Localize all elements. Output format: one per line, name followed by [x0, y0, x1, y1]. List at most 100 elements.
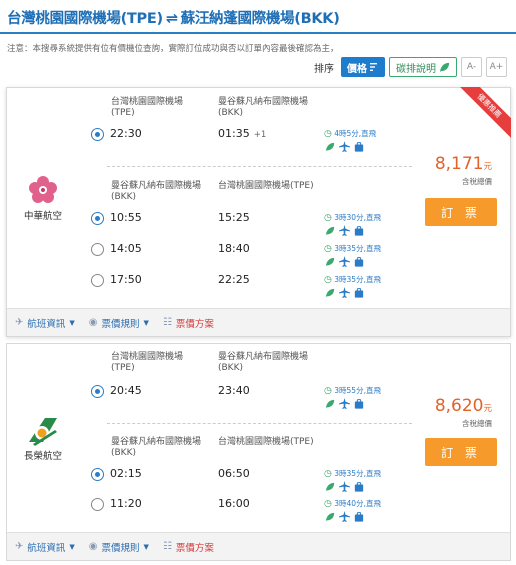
fare-plan-toggle[interactable]: ☷ 票價方案	[163, 540, 214, 554]
fare-plan-label: 票價方案	[175, 542, 214, 554]
outbound-arrival-airport: 曼谷蘇凡納布國際機場(BKK)	[218, 352, 309, 373]
departure-time: 17:50	[110, 273, 142, 286]
flight-amenities	[325, 225, 364, 236]
fare-rules-label: 票價規則	[101, 542, 140, 554]
price-block: 8,620元 含稅總價	[435, 396, 492, 429]
flight-amenities	[325, 287, 364, 298]
flight-info-toggle[interactable]: ✈ 航班資訊 ▼	[15, 316, 75, 330]
price-block: 8,171元 含稅總價	[435, 154, 492, 187]
clock-icon: ◷	[324, 499, 332, 509]
eye-icon: ◉	[88, 317, 98, 328]
leaf-icon	[325, 257, 335, 266]
flight-result-card: 優惠推薦 中華航空 台灣桃園國際機場(TPE) 曼谷蘇凡納布國際機場(BKK) …	[6, 87, 511, 337]
fare-rules-toggle[interactable]: ◉ 票價規則 ▼	[89, 540, 149, 554]
plane-icon	[339, 141, 350, 152]
outbound-departure-airport: 台灣桃園國際機場(TPE)	[111, 97, 184, 118]
fare-rules-label: 票價規則	[101, 318, 140, 330]
leaf-icon	[439, 62, 450, 72]
luggage-icon	[354, 398, 364, 409]
flight-duration: ◷ 4時5分,直飛	[324, 129, 377, 139]
price-unit: 元	[483, 404, 492, 414]
page-title: 台灣桃園國際機場(TPE) ⇌ 蘇汪納蓬國際機場(BKK)	[7, 7, 340, 28]
flight-amenities	[325, 256, 364, 267]
arrival-time: 23:40	[218, 384, 250, 397]
airline-info: 中華航空	[13, 174, 73, 222]
clock-icon: ◷	[324, 244, 332, 254]
airline-name: 中華航空	[23, 211, 62, 222]
list-icon: ☷	[162, 541, 172, 552]
arrival-time: 16:00	[218, 497, 250, 510]
clock-icon: ◷	[324, 469, 332, 479]
leaf-icon	[325, 512, 335, 521]
leaf-icon	[325, 482, 335, 491]
departure-time: 10:55	[110, 211, 142, 224]
book-ticket-button[interactable]: 訂 票	[425, 438, 497, 466]
eye-icon: ◉	[88, 541, 98, 552]
airline-info: 長榮航空	[13, 416, 73, 462]
return-option-radio[interactable]	[91, 498, 104, 511]
section-divider	[107, 166, 412, 167]
eva-air-logo-icon	[29, 418, 57, 446]
flight-info-label: 航班資訊	[27, 542, 66, 554]
chevron-down-icon: ▼	[69, 542, 75, 551]
departure-time: 11:20	[110, 497, 142, 510]
notice-text: 注意：本搜尋系統提供有位有價機位查詢，實際訂位成功與否以訂單內容最後確認為主，	[7, 44, 339, 54]
plane-icon	[339, 225, 350, 236]
plane-icon	[339, 481, 350, 492]
departure-time: 14:05	[110, 242, 142, 255]
book-ticket-button[interactable]: 訂 票	[425, 198, 497, 226]
clock-icon: ◷	[324, 129, 332, 139]
fare-rules-toggle[interactable]: ◉ 票價規則 ▼	[89, 316, 149, 330]
airline-name: 長榮航空	[23, 451, 62, 462]
luggage-icon	[354, 141, 364, 152]
chevron-down-icon: ▼	[69, 318, 75, 327]
carbon-info-button[interactable]: 碳排說明	[389, 57, 457, 77]
day-offset: +1	[253, 130, 267, 140]
flight-duration: ◷ 3時55分,直飛	[324, 386, 381, 396]
flight-amenities	[325, 481, 364, 492]
tax-note: 含稅總價	[462, 419, 492, 428]
price-amount: 8,620	[434, 396, 484, 416]
font-decrease-button[interactable]: A-	[461, 57, 482, 77]
chevron-down-icon: ▼	[143, 318, 149, 327]
outbound-arrival-airport: 曼谷蘇凡納布國際機場(BKK)	[218, 97, 309, 118]
return-option-radio[interactable]	[91, 468, 104, 481]
return-option-radio[interactable]	[91, 274, 104, 287]
luggage-icon	[354, 511, 364, 522]
luggage-icon	[354, 256, 364, 267]
arrival-time: 15:25	[218, 211, 250, 224]
sort-bar: 排序 價格 碳排說明 A- A+	[314, 57, 507, 77]
return-arrival-airport: 台灣桃園國際機場(TPE)	[218, 437, 314, 447]
sort-desc-icon	[370, 63, 377, 71]
departure-time: 20:45	[110, 384, 142, 397]
plane-icon	[339, 287, 350, 298]
chevron-down-icon: ▼	[143, 542, 149, 551]
return-option-radio[interactable]	[91, 212, 104, 225]
fare-plan-label: 票價方案	[175, 318, 214, 330]
flight-duration: ◷ 3時40分,直飛	[324, 499, 381, 509]
plane-icon: ✈	[15, 541, 24, 552]
return-option-radio[interactable]	[91, 243, 104, 256]
fare-plan-toggle[interactable]: ☷ 票價方案	[163, 316, 214, 330]
flight-duration: ◷ 3時35分,直飛	[324, 275, 381, 285]
outbound-option-radio[interactable]	[91, 385, 104, 398]
flight-info-toggle[interactable]: ✈ 航班資訊 ▼	[15, 540, 75, 554]
flight-duration: ◷ 3時35分,直飛	[324, 469, 381, 479]
departure-time: 02:15	[110, 467, 142, 480]
outbound-option-radio[interactable]	[91, 128, 104, 141]
tax-note: 含稅總價	[462, 177, 492, 186]
swap-arrow-icon[interactable]: ⇌	[166, 11, 178, 27]
flight-result-card: 長榮航空 台灣桃園國際機場(TPE) 曼谷蘇凡納布國際機場(BKK) 20:45…	[6, 343, 511, 561]
route-header: 台灣桃園國際機場(TPE) ⇌ 蘇汪納蓬國際機場(BKK)	[0, 0, 516, 34]
plane-icon: ✈	[15, 317, 24, 328]
sort-price-button[interactable]: 價格	[341, 57, 385, 77]
card-footer: ✈ 航班資訊 ▼ ◉ 票價規則 ▼ ☷ 票價方案	[7, 308, 510, 336]
section-divider	[107, 423, 412, 424]
plane-icon	[339, 256, 350, 267]
font-increase-button[interactable]: A+	[486, 57, 507, 77]
return-departure-airport: 曼谷蘇凡納布國際機場(BKK)	[111, 437, 202, 458]
price-unit: 元	[483, 162, 492, 172]
sort-price-label: 價格	[347, 63, 367, 75]
leaf-icon	[325, 226, 335, 235]
flight-amenities	[325, 398, 364, 409]
